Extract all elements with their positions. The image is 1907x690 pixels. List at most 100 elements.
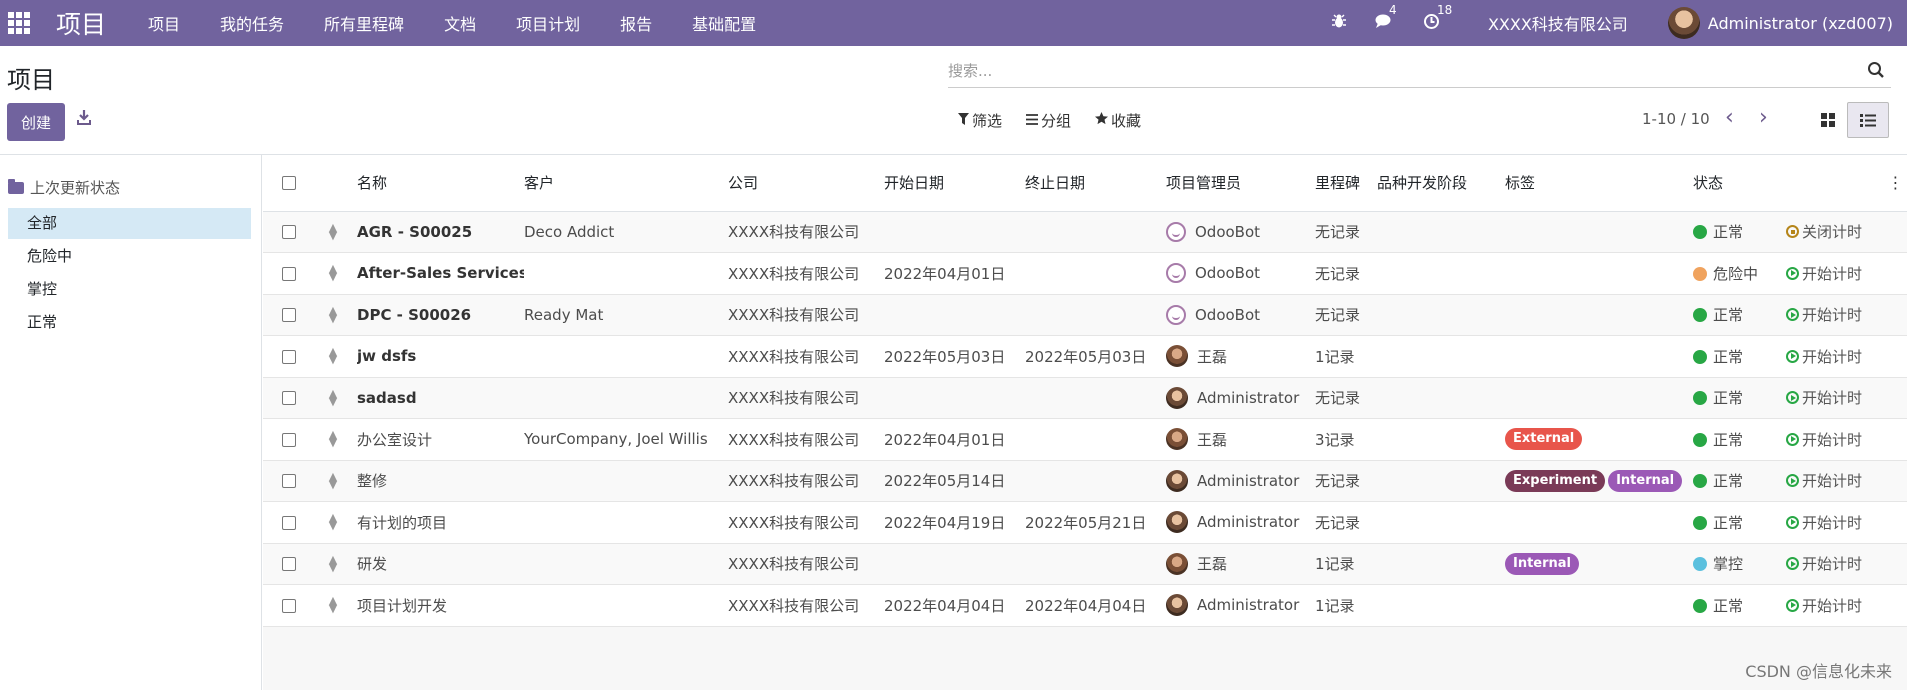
row-checkbox[interactable] [282,349,296,364]
sidebar-item-at-risk[interactable]: 危险中 [8,241,251,272]
cell-status[interactable]: 正常 [1693,418,1786,461]
drag-handle-icon[interactable]: ▲ ▼ [309,418,357,461]
user-menu[interactable]: Administrator (xzd007) [1708,14,1893,33]
cell-status[interactable]: 正常 [1693,584,1786,627]
filter-button[interactable]: 筛选 [958,110,1002,131]
table-row[interactable]: ▲ ▼ 研发 XXXX科技有限公司 王磊 1记录 Internal 掌控 开始计时 [263,543,1907,585]
optional-columns-icon[interactable]: ⋮ [1884,155,1907,212]
drag-handle-icon[interactable]: ▲ ▼ [309,294,357,336]
menu-item-configuration[interactable]: 基础配置 [672,11,776,35]
cell-status[interactable]: 正常 [1693,294,1786,336]
header-start-date[interactable]: 开始日期 [884,155,1025,212]
timer-button[interactable]: 开始计时 [1786,263,1862,284]
timer-button[interactable]: 关闭计时 [1786,221,1862,242]
search-icon[interactable] [1867,61,1887,81]
cell-status[interactable]: 掌控 [1693,543,1786,585]
app-brand[interactable]: 项目 [56,5,106,41]
cell-status[interactable]: 正常 [1693,501,1786,544]
drag-handle-icon[interactable]: ▲ ▼ [309,252,357,295]
list-view-icon[interactable] [1847,102,1889,138]
row-checkbox[interactable] [282,515,296,530]
row-checkbox[interactable] [282,225,296,240]
timer-button[interactable]: 开始计时 [1786,553,1862,574]
activity-clock-icon[interactable]: 18 [1423,3,1452,34]
stop-timer-icon [1786,225,1799,239]
timer-button[interactable]: 开始计时 [1786,387,1862,408]
kanban-view-icon[interactable] [1814,102,1842,138]
table-row[interactable]: ▲ ▼ 办公室设计 YourCompany, Joel Willis XXXX科技… [263,418,1907,461]
select-all-checkbox[interactable] [282,176,296,191]
header-dev-stage[interactable]: 品种开发阶段 [1377,155,1505,212]
row-checkbox[interactable] [282,432,296,447]
cell-status[interactable]: 正常 [1693,335,1786,378]
pager-previous-icon[interactable]: ‹ [1725,107,1734,129]
timer-button[interactable]: 开始计时 [1786,595,1862,616]
bug-icon[interactable] [1331,13,1347,33]
table-row[interactable]: ▲ ▼ After-Sales Services XXXX科技有限公司 2022年… [263,252,1907,295]
row-checkbox[interactable] [282,391,296,406]
company-switcher[interactable]: XXXX科技有限公司 [1488,11,1628,35]
messages-icon[interactable]: 4 [1375,3,1397,34]
table-row[interactable]: ▲ ▼ 有计划的项目 XXXX科技有限公司 2022年04月19日 2022年05… [263,501,1907,544]
menu-item-documents[interactable]: 文档 [424,11,496,35]
table-row[interactable]: ▲ ▼ 项目计划开发 XXXX科技有限公司 2022年04月04日 2022年04… [263,584,1907,627]
user-avatar[interactable] [1667,7,1700,39]
search-options: 筛选 分组 收藏 [958,110,1165,131]
cell-status[interactable]: 正常 [1693,211,1786,253]
download-icon[interactable] [74,109,94,133]
header-milestone[interactable]: 里程碑 [1315,155,1377,212]
header-status[interactable]: 状态 [1693,155,1786,212]
header-project-manager[interactable]: 项目管理员 [1166,155,1315,212]
pager-next-icon[interactable]: › [1759,107,1768,129]
group-by-button[interactable]: 分组 [1026,110,1071,131]
table-row[interactable]: ▲ ▼ DPC - S00026 Ready Mat XXXX科技有限公司 Odo… [263,294,1907,336]
timer-button[interactable]: 开始计时 [1786,512,1862,533]
cell-status[interactable]: 正常 [1693,377,1786,419]
table-row[interactable]: ▲ ▼ sadasd XXXX科技有限公司 Administrator 无记录 正… [263,377,1907,419]
header-name[interactable]: 名称 [357,155,524,212]
pager-value[interactable]: 1-10 / 10 [1642,110,1710,128]
menu-item-project-plan[interactable]: 项目计划 [496,11,600,35]
menu-item-reports[interactable]: 报告 [600,11,672,35]
cell-status[interactable]: 危险中 [1693,252,1786,295]
drag-handle-icon[interactable]: ▲ ▼ [309,211,357,253]
create-button[interactable]: 创建 [7,103,65,141]
cell-start-date [884,211,1025,253]
drag-handle-icon[interactable]: ▲ ▼ [309,460,357,502]
timer-button[interactable]: 开始计时 [1786,346,1862,367]
row-checkbox[interactable] [282,266,296,281]
status-label: 正常 [1713,347,1744,366]
search-input[interactable] [948,56,1848,86]
sidebar-item-on-hold[interactable]: 掌控 [8,274,251,305]
header-company[interactable]: 公司 [728,155,884,212]
row-checkbox[interactable] [282,474,296,489]
cell-milestone: 3记录 [1315,418,1377,461]
cell-status[interactable]: 正常 [1693,460,1786,502]
header-tags[interactable]: 标签 [1505,155,1693,212]
timer-button[interactable]: 开始计时 [1786,429,1862,450]
row-checkbox[interactable] [282,308,296,323]
menu-item-projects[interactable]: 项目 [128,11,200,35]
menu-item-milestones[interactable]: 所有里程碑 [304,11,424,35]
drag-handle-icon[interactable]: ▲ ▼ [309,584,357,627]
timer-button[interactable]: 开始计时 [1786,470,1862,491]
timer-button[interactable]: 开始计时 [1786,304,1862,325]
sidebar-item-on-track[interactable]: 正常 [8,307,251,338]
header-end-date[interactable]: 终止日期 [1025,155,1166,212]
menu-item-my-tasks[interactable]: 我的任务 [200,11,304,35]
table-row[interactable]: ▲ ▼ jw dsfs XXXX科技有限公司 2022年05月03日 2022年0… [263,335,1907,378]
drag-handle-icon[interactable]: ▲ ▼ [309,501,357,544]
drag-handle-icon[interactable]: ▲ ▼ [309,543,357,585]
table-row[interactable]: ▲ ▼ AGR - S00025 Deco Addict XXXX科技有限公司 O… [263,211,1907,253]
row-checkbox[interactable] [282,557,296,572]
header-customer[interactable]: 客户 [524,155,728,212]
search-panel-sidebar: 上次更新状态 全部 危险中 掌控 正常 [0,155,262,690]
drag-handle-icon[interactable]: ▲ ▼ [309,377,357,419]
drag-handle-icon[interactable]: ▲ ▼ [309,335,357,378]
favorites-button[interactable]: 收藏 [1095,110,1141,131]
row-checkbox[interactable] [282,598,296,613]
cell-end-date [1025,460,1166,502]
sidebar-item-all[interactable]: 全部 [8,208,251,239]
apps-grid-icon[interactable] [8,12,30,34]
table-row[interactable]: ▲ ▼ 整修 XXXX科技有限公司 2022年05月14日 Administrat… [263,460,1907,502]
